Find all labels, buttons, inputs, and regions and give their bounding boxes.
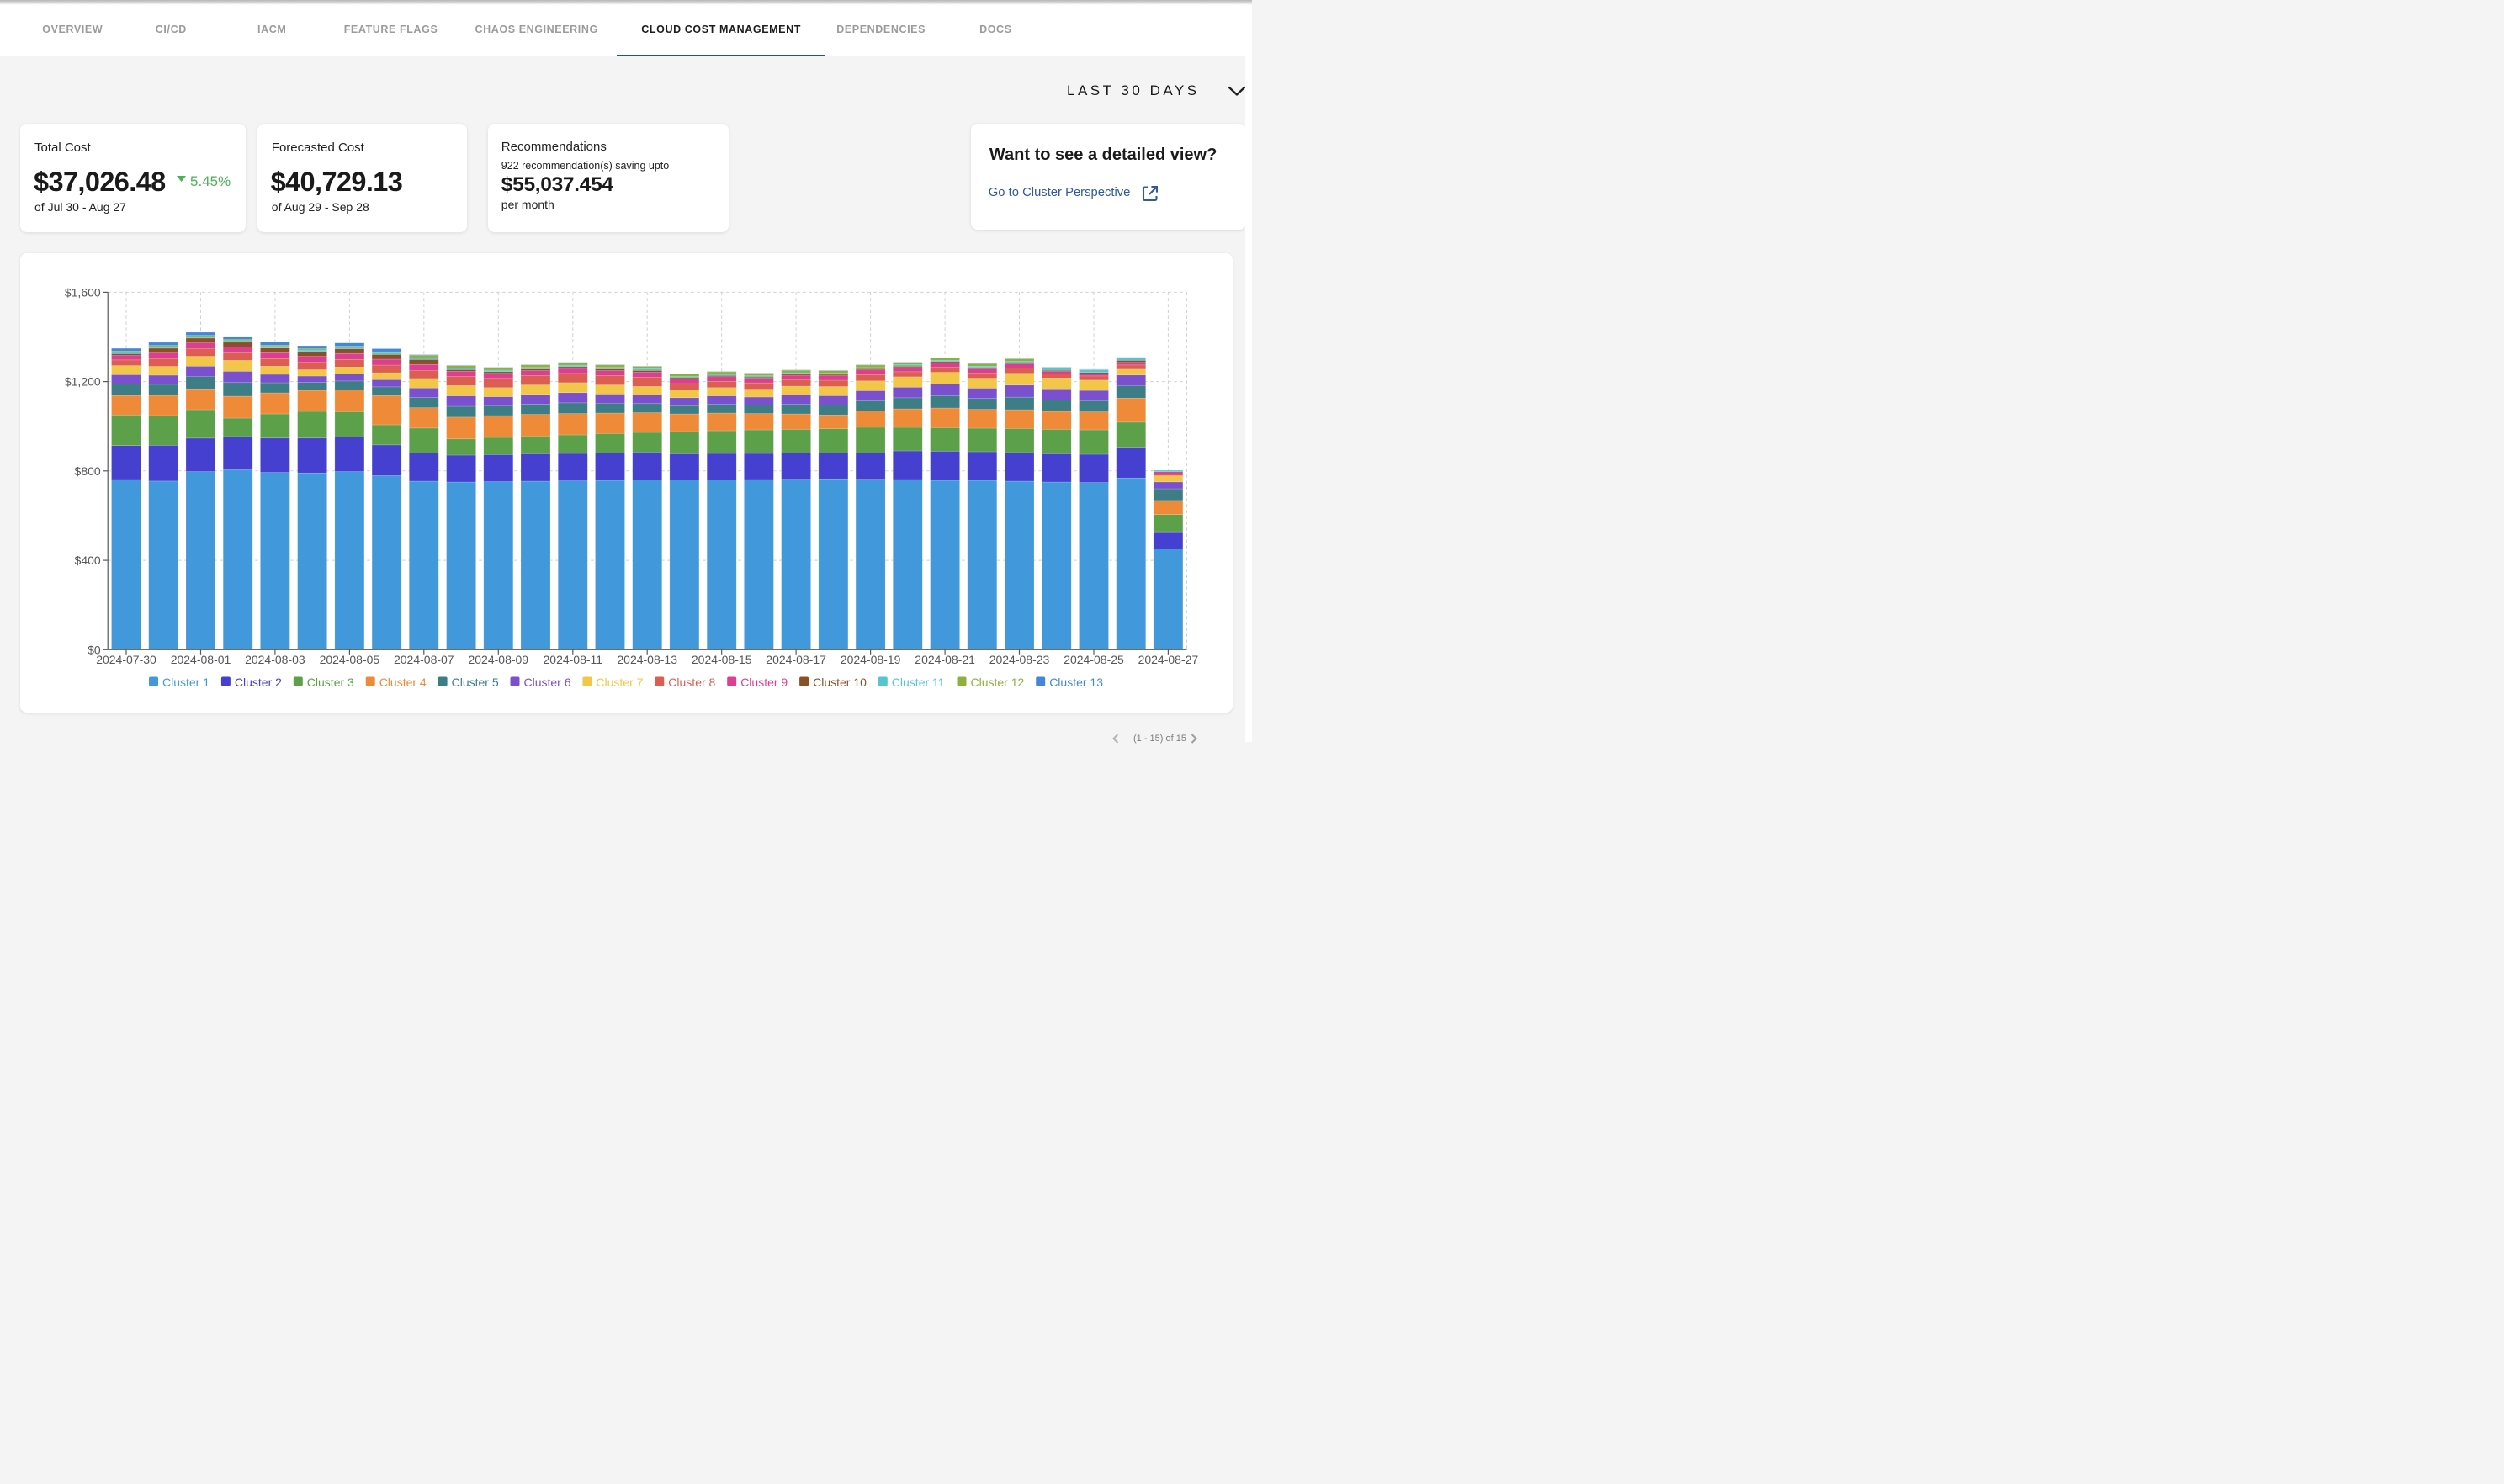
svg-text:$800: $800: [75, 464, 101, 478]
svg-text:2024-08-01: 2024-08-01: [171, 653, 231, 666]
svg-text:Cluster 2: Cluster 2: [235, 676, 282, 689]
svg-text:Cluster 6: Cluster 6: [524, 676, 571, 689]
svg-text:2024-08-11: 2024-08-11: [544, 653, 603, 666]
svg-text:Cluster 9: Cluster 9: [740, 676, 788, 689]
svg-text:Cluster 1: Cluster 1: [162, 676, 210, 689]
svg-text:$1,200: $1,200: [65, 375, 101, 389]
svg-text:Cluster 3: Cluster 3: [307, 676, 354, 689]
svg-text:2024-07-30: 2024-07-30: [96, 653, 156, 666]
svg-text:2024-08-15: 2024-08-15: [692, 653, 752, 666]
svg-text:2024-08-13: 2024-08-13: [617, 653, 677, 666]
svg-text:Cluster 8: Cluster 8: [668, 676, 715, 689]
svg-text:Cluster 4: Cluster 4: [379, 676, 427, 689]
svg-text:$400: $400: [75, 554, 101, 567]
svg-text:2024-08-03: 2024-08-03: [245, 653, 305, 666]
svg-text:Cluster 13: Cluster 13: [1049, 676, 1103, 689]
svg-text:$1,600: $1,600: [65, 285, 101, 299]
svg-text:Cluster 10: Cluster 10: [813, 676, 867, 689]
svg-text:2024-08-25: 2024-08-25: [1064, 653, 1124, 666]
svg-text:Cluster 11: Cluster 11: [892, 676, 945, 689]
svg-text:2024-08-19: 2024-08-19: [841, 653, 901, 666]
svg-text:2024-08-09: 2024-08-09: [468, 653, 528, 666]
svg-text:2024-08-21: 2024-08-21: [915, 653, 975, 666]
svg-text:2024-08-23: 2024-08-23: [989, 653, 1050, 666]
svg-text:Cluster 12: Cluster 12: [971, 676, 1025, 689]
svg-text:2024-08-27: 2024-08-27: [1138, 653, 1199, 666]
svg-text:2024-08-17: 2024-08-17: [766, 653, 826, 666]
svg-text:2024-08-05: 2024-08-05: [320, 653, 380, 666]
svg-text:Cluster 5: Cluster 5: [452, 676, 499, 689]
svg-text:2024-08-07: 2024-08-07: [394, 653, 454, 666]
svg-text:Cluster 7: Cluster 7: [596, 676, 643, 689]
